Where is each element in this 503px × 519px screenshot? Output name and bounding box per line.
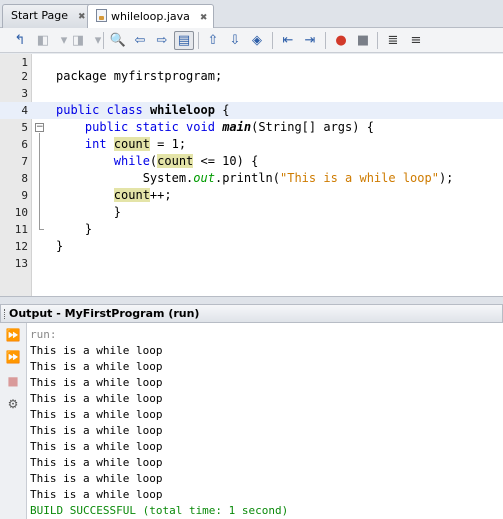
close-icon[interactable]: ✖ [200, 13, 208, 23]
forward-icon[interactable]: ◨ [68, 31, 88, 50]
output-action-bar: ⏩ ⏩ ■ ⚙ [0, 323, 27, 519]
console-line: This is a while loop [30, 376, 163, 389]
toolbar-separator [103, 32, 104, 49]
code-text: package myfirstprogram; [56, 69, 223, 83]
line-number: 11 [14, 223, 28, 236]
rerun-with-options-icon[interactable]: ⏩ [4, 348, 22, 366]
previous-bookmark-icon[interactable]: ⇧ [203, 31, 223, 50]
console-line: This is a while loop [30, 360, 163, 373]
tab-label: whileloop.java [111, 10, 190, 23]
code-text: System.out.println("This is a while loop… [56, 171, 454, 185]
java-file-icon [96, 9, 107, 22]
console-line: This is a while loop [30, 456, 163, 469]
fold-collapse-icon[interactable]: − [35, 123, 44, 132]
console-line: This is a while loop [30, 392, 163, 405]
code-line: 2 package myfirstprogram; [0, 68, 503, 85]
line-number: 8 [21, 172, 28, 185]
line-number: 6 [21, 138, 28, 151]
fold-guide-end [39, 229, 44, 230]
comment-icon[interactable]: ≣ [383, 31, 403, 50]
code-line: 6 int count = 1; [0, 136, 503, 153]
toolbar-separator [198, 32, 199, 49]
output-console[interactable]: run: This is a while loop This is a whil… [27, 323, 503, 519]
panel-splitter[interactable] [0, 296, 503, 304]
line-number: 2 [21, 70, 28, 83]
console-line: This is a while loop [30, 408, 163, 421]
line-number: 12 [14, 240, 28, 253]
console-line: This is a while loop [30, 344, 163, 357]
editor-toolbar: ↰ ◧ ▾ ◨ ▾ 🔍 ⇦ ⇨ ▤ ⇧ ⇩ ◈ ⇤ ⇥ ● ■ ≣ ≡ [0, 28, 503, 53]
settings-icon[interactable]: ⚙ [4, 395, 22, 413]
code-text: int count = 1; [84, 137, 187, 151]
stop-macro-icon[interactable]: ■ [353, 31, 373, 50]
code-line: 13 [0, 255, 503, 272]
line-number: 13 [14, 257, 28, 270]
rerun-icon[interactable]: ⏩ [4, 326, 22, 344]
shift-right-icon[interactable]: ⇥ [300, 31, 320, 50]
toggle-highlight-icon[interactable]: ▤ [174, 31, 194, 50]
console-line: This is a while loop [30, 424, 163, 437]
stop-icon[interactable]: ■ [4, 372, 22, 390]
code-line: 5 public static void main(String[] args)… [0, 119, 503, 136]
last-edit-icon[interactable]: ↰ [10, 31, 30, 50]
uncomment-icon[interactable]: ≡ [406, 31, 426, 50]
build-status-line: BUILD SUCCESSFUL (total time: 1 second) [30, 504, 289, 517]
code-text: } [56, 205, 122, 219]
code-text: while(count <= 10) { [113, 154, 259, 168]
code-line: 3 [0, 85, 503, 102]
code-line: 8 System.out.println("This is a while lo… [0, 170, 503, 187]
console-line: run: [30, 328, 57, 341]
code-editor[interactable]: 1 2 package myfirstprogram; 3 4 public cla… [0, 54, 503, 296]
editor-tab-bar: Start Page ✖ whileloop.java ✖ [0, 0, 503, 29]
close-icon[interactable]: ✖ [78, 12, 86, 22]
code-line: 7 while(count <= 10) { [0, 153, 503, 170]
code-text: count++; [113, 188, 172, 202]
shift-left-icon[interactable]: ⇤ [278, 31, 298, 50]
tab-start-page[interactable]: Start Page ✖ [2, 4, 93, 28]
code-text: public class whileloop { [56, 103, 230, 117]
line-number: 9 [21, 189, 28, 202]
line-number: 3 [21, 87, 28, 100]
next-bookmark-icon[interactable]: ⇩ [225, 31, 245, 50]
find-next-icon[interactable]: ⇨ [152, 31, 172, 50]
console-line: This is a while loop [30, 488, 163, 501]
dropdown-arrow-icon[interactable]: ▾ [88, 31, 108, 50]
find-previous-icon[interactable]: ⇦ [130, 31, 150, 50]
toolbar-separator [272, 32, 273, 49]
start-macro-icon[interactable]: ● [331, 31, 351, 50]
line-number: 4 [21, 104, 28, 117]
line-number: 7 [21, 155, 28, 168]
tab-label: Start Page [11, 9, 68, 22]
find-icon[interactable]: 🔍 [108, 31, 128, 50]
back-icon[interactable]: ◧ [33, 31, 53, 50]
tab-whileloop-java[interactable]: whileloop.java ✖ [87, 4, 215, 29]
toolbar-separator [377, 32, 378, 49]
line-number: 5 [21, 121, 28, 134]
output-window-header[interactable]: Output - MyFirstProgram (run) [0, 304, 503, 323]
code-line: 10 } [0, 204, 503, 221]
code-line: 11 } [0, 221, 503, 238]
code-text: public static void main(String[] args) { [84, 120, 374, 134]
code-text: } [56, 222, 93, 236]
output-title: Output - MyFirstProgram (run) [9, 307, 200, 320]
toggle-bookmark-icon[interactable]: ◈ [247, 31, 267, 50]
line-number: 10 [14, 206, 28, 219]
code-line: 12} [0, 238, 503, 255]
drag-grip-icon[interactable] [4, 309, 6, 319]
code-line-current: 4 public class whileloop { [0, 102, 503, 119]
console-line: This is a while loop [30, 440, 163, 453]
code-line: 9 count++; [0, 187, 503, 204]
code-text: } [56, 239, 64, 253]
fold-guide-line [39, 133, 40, 229]
toolbar-separator [325, 32, 326, 49]
console-line: This is a while loop [30, 472, 163, 485]
